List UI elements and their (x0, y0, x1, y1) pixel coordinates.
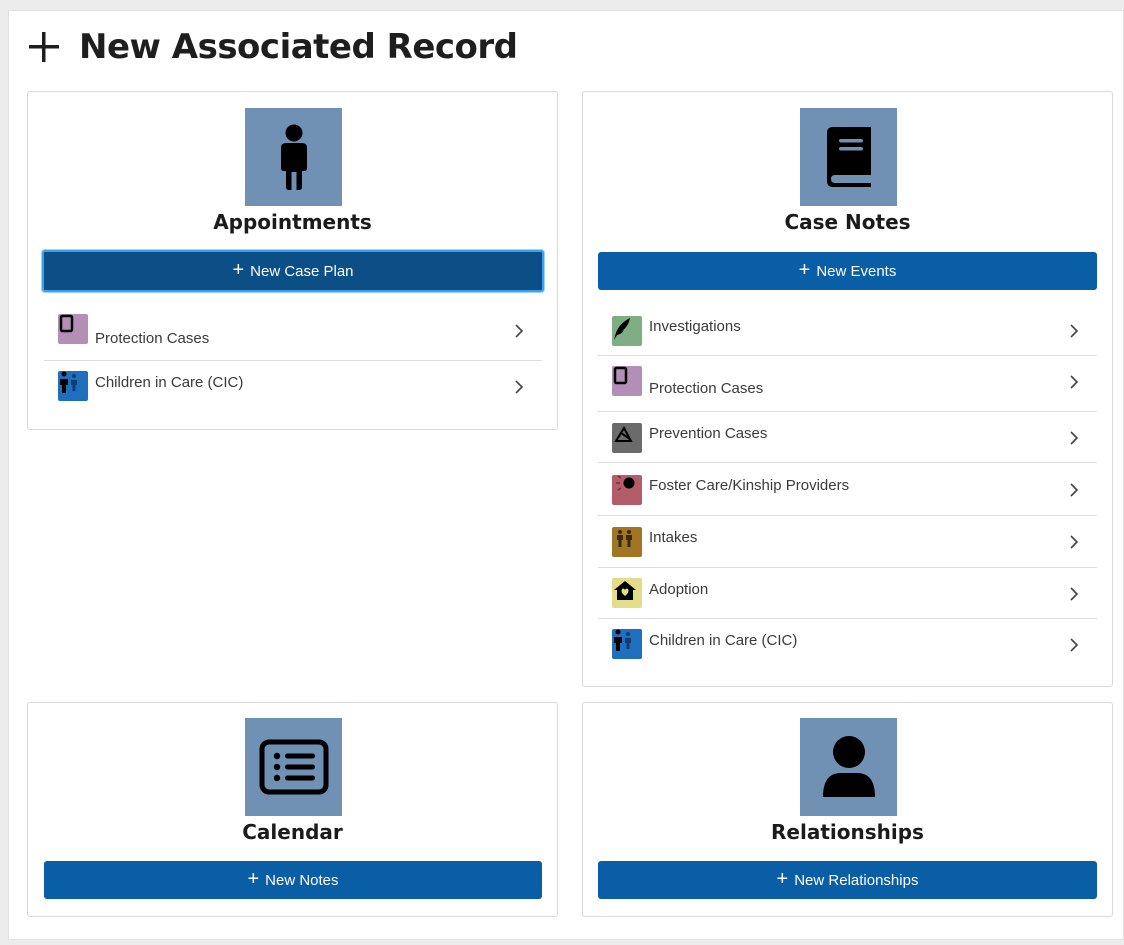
chevron-right-icon (1070, 324, 1079, 338)
plus-icon (29, 32, 59, 62)
calendar-tile (245, 718, 342, 816)
list-item-label: Prevention Cases (649, 425, 768, 442)
children-icon (58, 371, 88, 401)
chevron-right-icon (1070, 535, 1079, 549)
list-item-investigations[interactable]: Investigations (598, 302, 1097, 356)
plus-icon: + (247, 868, 260, 890)
list-item-protection-cases[interactable]: Protection Cases (44, 307, 542, 361)
list-item-prevention-cases[interactable]: Prevention Cases (598, 412, 1097, 463)
tablet-icon (58, 314, 88, 344)
new-case-plan-label: New Case Plan (250, 262, 354, 280)
list-icon (259, 739, 328, 795)
page-header: New Associated Record (27, 25, 518, 69)
child-icon (280, 124, 307, 190)
sun-icon (612, 475, 642, 505)
list-item-children-in-care[interactable]: Children in Care (CIC) (598, 619, 1097, 671)
chevron-right-icon (515, 380, 524, 394)
list-item-label: Investigations (649, 318, 741, 335)
plus-icon: + (798, 259, 811, 281)
list-item-label: Children in Care (CIC) (649, 632, 798, 649)
chevron-right-icon (1070, 587, 1079, 601)
feather-icon (612, 316, 642, 346)
relationships-tile (800, 718, 897, 816)
case-notes-list: Investigations Protection Cases Preventi… (598, 302, 1097, 671)
new-events-label: New Events (816, 262, 897, 280)
new-case-plan-button[interactable]: + New Case Plan (42, 250, 544, 292)
list-item-children-in-care[interactable]: Children in Care (CIC) (44, 361, 542, 417)
chevron-right-icon (515, 324, 524, 338)
chevron-right-icon (1070, 483, 1079, 497)
calendar-title: Calendar (242, 820, 343, 844)
chevron-right-icon (1070, 638, 1079, 652)
plus-icon: + (776, 868, 789, 890)
list-item-label: Foster Care/Kinship Providers (649, 477, 850, 494)
calendar-card: Calendar + New Notes (27, 702, 558, 917)
people-icon (612, 527, 642, 557)
appointments-tile (245, 108, 342, 206)
home-heart-icon (612, 578, 642, 608)
book-icon (826, 127, 871, 187)
case-notes-title: Case Notes (784, 210, 911, 234)
new-relationships-button[interactable]: + New Relationships (598, 861, 1097, 899)
relationships-card: Relationships + New Relationships (582, 702, 1113, 917)
chevron-right-icon (1070, 375, 1079, 389)
children-icon (612, 629, 642, 659)
new-associated-record-page: New Associated Record Appointments + New… (8, 10, 1124, 940)
appointments-list: Protection Cases Children in Care (CIC) (44, 307, 542, 417)
list-item-label: Children in Care (CIC) (95, 374, 244, 391)
case-notes-card: Case Notes + New Events Investigations P… (582, 91, 1113, 687)
chevron-right-icon (1070, 431, 1079, 445)
list-item-intakes[interactable]: Intakes (598, 516, 1097, 568)
new-notes-label: New Notes (265, 871, 339, 889)
new-relationships-label: New Relationships (794, 871, 919, 889)
relationships-title: Relationships (771, 820, 924, 844)
person-icon (822, 736, 875, 797)
list-item-label: Protection Cases (95, 330, 210, 347)
new-events-button[interactable]: + New Events (598, 252, 1097, 290)
plus-icon: + (232, 259, 245, 281)
case-notes-tile (800, 108, 897, 206)
tablet-icon (612, 366, 642, 396)
list-item-protection-cases[interactable]: Protection Cases (598, 356, 1097, 412)
list-item-adoption[interactable]: Adoption (598, 568, 1097, 619)
list-item-foster-care[interactable]: Foster Care/Kinship Providers (598, 463, 1097, 516)
appointments-title: Appointments (213, 210, 372, 234)
list-item-label: Adoption (649, 581, 709, 598)
list-item-label: Intakes (649, 529, 698, 546)
triangle-icon (612, 423, 642, 453)
page-title: New Associated Record (79, 27, 518, 67)
appointments-card: Appointments + New Case Plan Protection … (27, 91, 558, 430)
list-item-label: Protection Cases (649, 380, 764, 397)
new-notes-button[interactable]: + New Notes (44, 861, 542, 899)
